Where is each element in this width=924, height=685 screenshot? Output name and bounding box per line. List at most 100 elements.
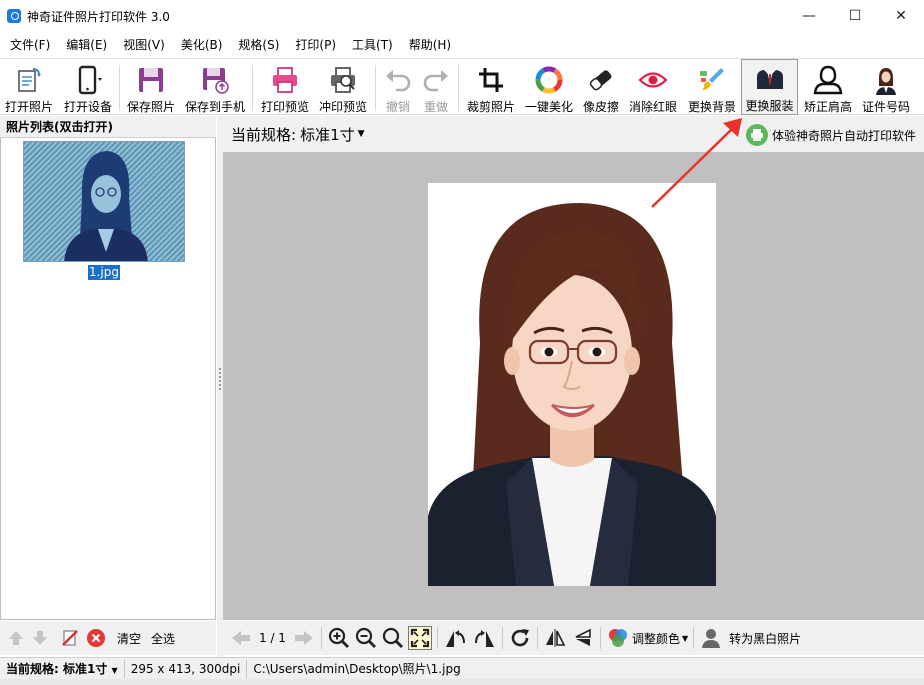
refresh-icon[interactable] (508, 626, 532, 650)
zoom-out-icon[interactable] (354, 626, 378, 650)
delete-icon[interactable] (85, 627, 107, 649)
menu-beautify[interactable]: 美化(B) (173, 33, 231, 57)
develop-preview-icon (326, 63, 360, 97)
save-photo-button[interactable]: 保存照片 (123, 59, 179, 115)
tools-separator (320, 627, 322, 649)
move-down-icon[interactable] (29, 627, 51, 649)
rotate-right-icon[interactable] (473, 626, 497, 650)
menu-help[interactable]: 帮助(H) (401, 33, 459, 57)
promo-text: 体验神奇照片自动打印软件 (771, 128, 916, 143)
photo-list-header: 照片列表(双击打开) (0, 116, 216, 138)
save-to-phone-button[interactable]: 保存到手机 (183, 59, 247, 115)
paint-brush-icon (695, 63, 729, 97)
adjust-color-caret[interactable]: ▼ (682, 634, 688, 643)
one-click-beautify-button[interactable]: 一键美化 (521, 59, 577, 115)
toolbar-separator (458, 65, 459, 111)
change-background-button[interactable]: 更换背景 (684, 59, 740, 115)
status-size: 295 x 413, 300dpi (125, 659, 248, 678)
save-to-phone-label: 保存到手机 (184, 100, 245, 114)
select-all-button[interactable]: 全选 (151, 630, 175, 647)
photo-thumbnail-label: 1.jpg (88, 265, 120, 280)
id-photo[interactable] (428, 183, 716, 586)
eye-icon (636, 63, 670, 97)
move-up-icon[interactable] (5, 627, 27, 649)
status-bar: 当前规格: 标准1寸 ▼ 295 x 413, 300dpi C:\Users\… (0, 657, 924, 679)
change-clothes-button[interactable]: 更换服装 (741, 59, 798, 115)
photo-list-controls: 清空 全选 (0, 621, 216, 655)
redo-icon (419, 63, 453, 97)
adjust-color-button[interactable]: 调整颜色 (632, 630, 680, 647)
crop-icon (474, 63, 508, 97)
promo-link[interactable]: 体验神奇照片自动打印软件 (745, 124, 916, 146)
status-spec[interactable]: 当前规格: 标准1寸 ▼ (0, 659, 125, 678)
change-clothes-label: 更换服装 (745, 99, 794, 113)
zoom-in-icon[interactable] (327, 626, 351, 650)
remove-photo-icon[interactable] (59, 627, 81, 649)
fit-to-window-icon[interactable] (407, 626, 432, 650)
window-controls: — ☐ ✕ (786, 0, 924, 32)
menu-view[interactable]: 视图(V) (115, 33, 173, 57)
person-icon[interactable] (699, 626, 723, 650)
undo-label: 撤销 (385, 100, 410, 114)
crop-photo-button[interactable]: 裁剪照片 (463, 59, 519, 115)
open-photo-button[interactable]: 打开照片 (2, 59, 56, 115)
open-device-label: 打开设备 (63, 100, 112, 114)
page-indicator: 1 / 1 (259, 631, 286, 645)
chevron-down-icon[interactable]: ▼ (358, 129, 365, 139)
menu-edit[interactable]: 编辑(E) (58, 33, 115, 57)
maximize-button[interactable]: ☐ (832, 0, 878, 32)
undo-icon (381, 63, 415, 97)
color-ring-icon (532, 63, 566, 97)
id-photo-icon (869, 63, 903, 97)
convert-to-bw-button[interactable]: 转为黑白照片 (729, 630, 801, 647)
develop-preview-button[interactable]: 冲印预览 (315, 59, 371, 115)
redo-button[interactable]: 重做 (418, 59, 454, 115)
print-preview-button[interactable]: 打印预览 (257, 59, 313, 115)
menu-print[interactable]: 打印(P) (287, 33, 344, 57)
tools-separator (599, 627, 601, 649)
app-icon (7, 9, 21, 23)
status-spec-label: 当前规格: (6, 661, 59, 676)
remove-red-eye-button[interactable]: 消除红眼 (625, 59, 681, 115)
toolbar-separator (252, 65, 253, 111)
save-photo-label: 保存照片 (126, 100, 175, 114)
minimize-button[interactable]: — (786, 0, 832, 32)
photo-canvas[interactable] (223, 152, 924, 620)
menu-tools[interactable]: 工具(T) (344, 33, 401, 57)
id-number-button[interactable]: 证件号码 (858, 59, 914, 115)
open-device-button[interactable]: 打开设备 (60, 59, 116, 115)
eraser-button[interactable]: 像皮擦 (579, 59, 623, 115)
chevron-down-icon: ▼ (111, 665, 118, 675)
clear-button[interactable]: 清空 (117, 630, 141, 647)
spec-dropdown[interactable]: 标准1寸 (300, 124, 355, 145)
undo-button[interactable]: 撤销 (380, 59, 416, 115)
rotate-left-icon[interactable] (443, 626, 467, 650)
zoom-actual-icon[interactable] (381, 626, 405, 650)
correct-shoulder-label: 矫正肩高 (803, 100, 852, 114)
previous-page-icon[interactable] (229, 626, 253, 650)
print-preview-label: 打印预览 (260, 100, 309, 114)
eraser-label: 像皮擦 (582, 100, 619, 114)
close-button[interactable]: ✕ (878, 0, 924, 32)
tools-separator (501, 627, 503, 649)
color-balls-icon[interactable] (606, 626, 630, 650)
window-bottom-edge (0, 679, 924, 685)
flip-horizontal-icon[interactable] (543, 626, 567, 650)
change-background-label: 更换背景 (687, 100, 736, 114)
suit-icon (753, 64, 787, 96)
correct-shoulder-button[interactable]: 矫正肩高 (800, 59, 856, 115)
status-spec-value: 标准1寸 (63, 661, 108, 676)
flip-vertical-icon[interactable] (571, 626, 595, 650)
next-page-icon[interactable] (292, 626, 316, 650)
menu-bar: 文件(F) 编辑(E) 视图(V) 美化(B) 规格(S) 打印(P) 工具(T… (0, 33, 924, 57)
photo-thumbnail[interactable] (23, 141, 185, 262)
menu-file[interactable]: 文件(F) (2, 33, 58, 57)
one-click-beautify-label: 一键美化 (524, 100, 573, 114)
tools-separator (536, 627, 538, 649)
tools-separator (693, 627, 695, 649)
printer-promo-icon (745, 124, 768, 146)
tools-separator (436, 627, 438, 649)
photo-list[interactable]: 1.jpg (0, 138, 216, 620)
menu-spec[interactable]: 规格(S) (230, 33, 287, 57)
spec-label: 当前规格: (231, 125, 297, 144)
